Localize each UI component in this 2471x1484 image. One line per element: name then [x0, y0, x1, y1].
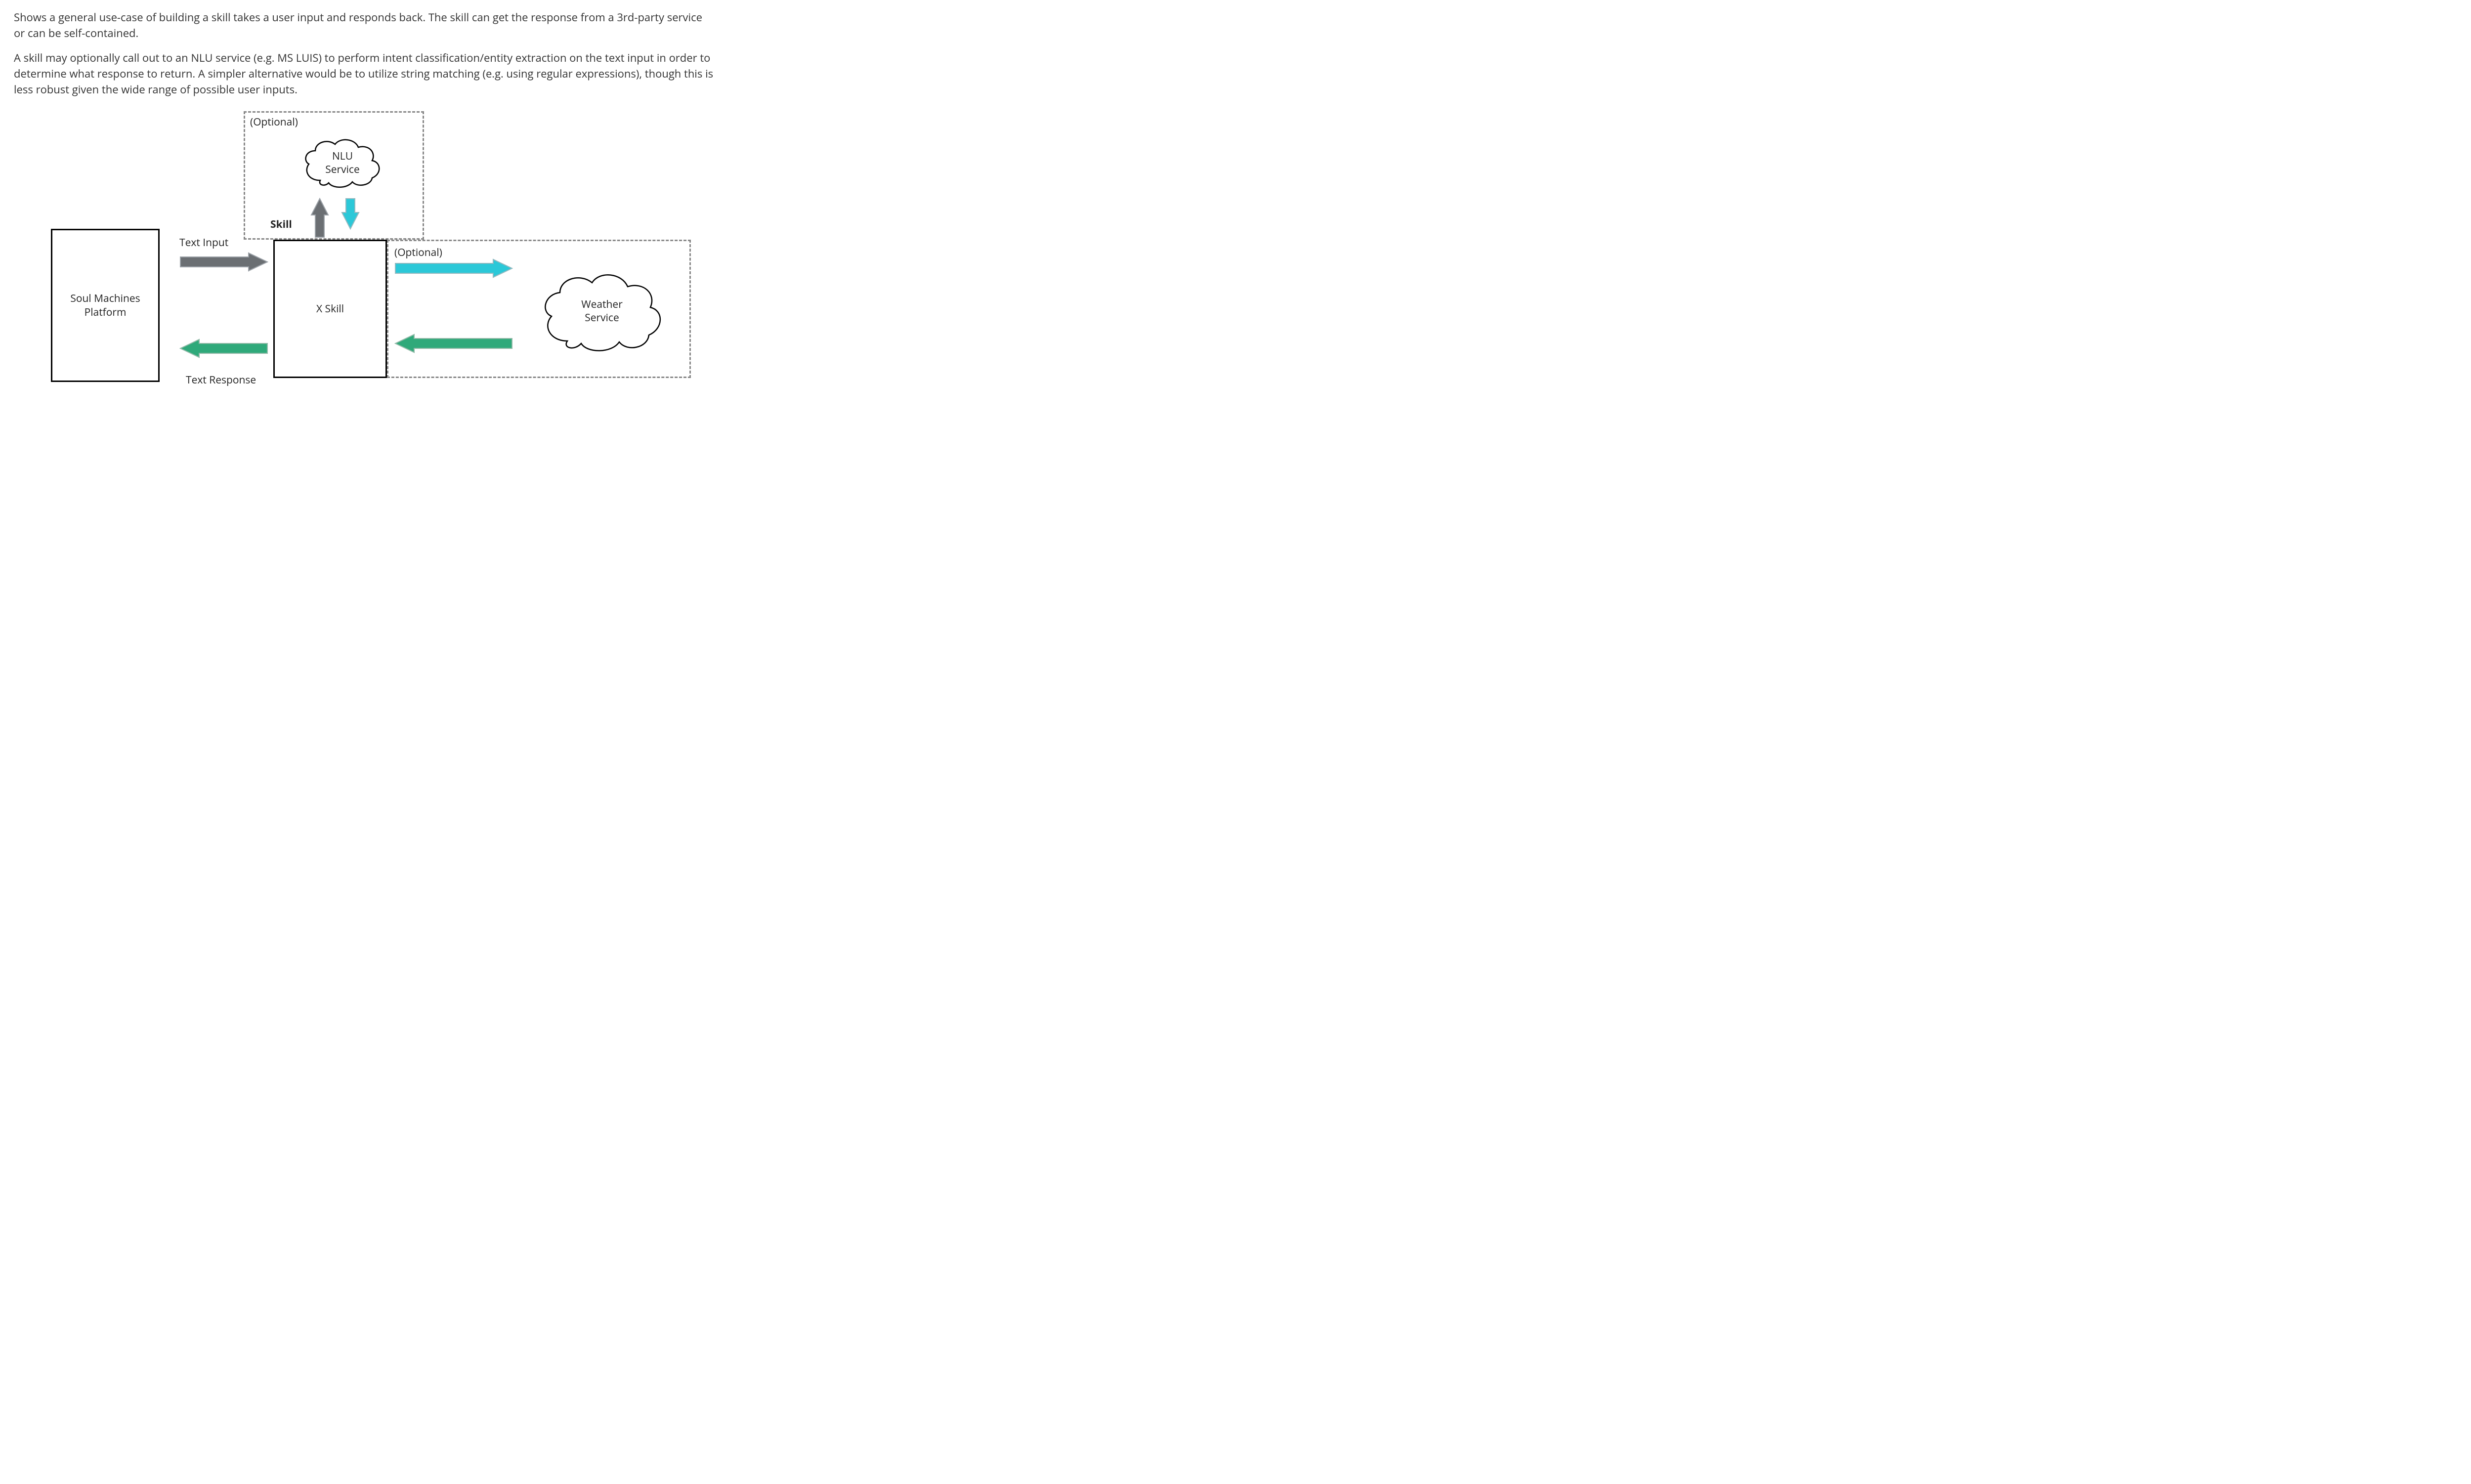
arrow-text-response [179, 339, 268, 358]
weather-cloud: Weather Service [533, 262, 671, 361]
nlu-line1: NLU [325, 150, 360, 163]
weather-line1: Weather [581, 298, 623, 311]
x-skill-label: X Skill [316, 302, 344, 316]
soul-machines-line2: Platform [85, 305, 127, 319]
paragraph-2: A skill may optionally call out to an NL… [14, 50, 716, 98]
text-response-label: Text Response [186, 373, 256, 387]
paragraph-1: Shows a general use-case of building a s… [14, 10, 716, 42]
arrow-to-nlu [310, 198, 329, 238]
arrow-from-nlu [341, 198, 360, 230]
arrow-to-weather [394, 258, 513, 278]
arrow-from-weather [394, 334, 513, 353]
soul-machines-line1: Soul Machines [70, 292, 140, 305]
optional-right-label: (Optional) [394, 246, 442, 259]
arrow-text-input [179, 252, 268, 272]
diagram: (Optional) (Optional) Soul Machines Plat… [14, 106, 706, 393]
text-input-label: Text Input [179, 236, 228, 250]
nlu-line2: Service [325, 163, 360, 176]
optional-top-label: (Optional) [250, 115, 298, 129]
x-skill-box: X Skill [273, 240, 387, 378]
nlu-cloud: NLU Service [298, 133, 387, 193]
soul-machines-box: Soul Machines Platform [51, 229, 160, 382]
skill-label: Skill [270, 217, 292, 231]
weather-line2: Service [581, 311, 623, 325]
